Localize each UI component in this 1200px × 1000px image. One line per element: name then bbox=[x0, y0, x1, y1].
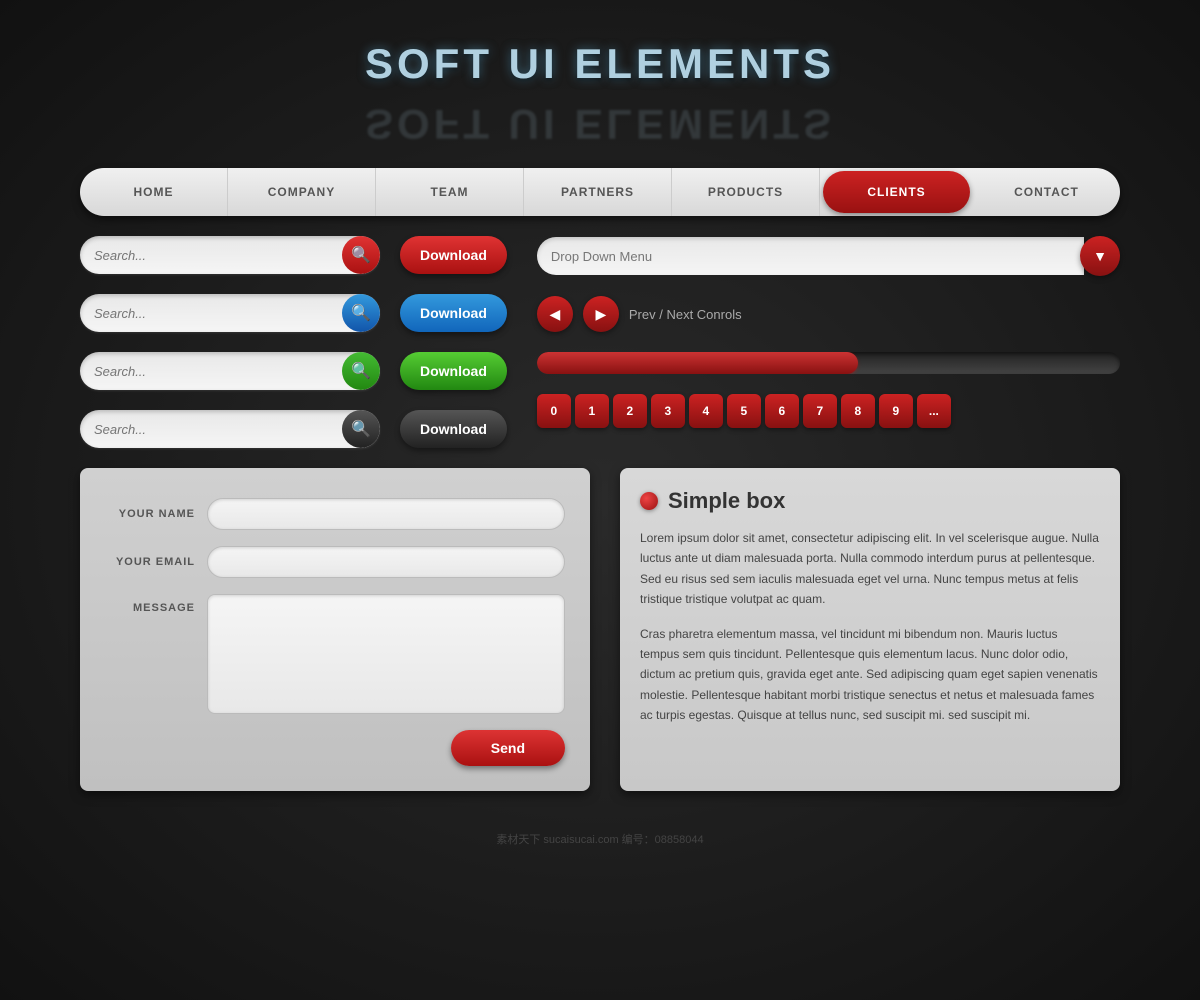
progress-row bbox=[537, 352, 1120, 374]
page-btn-9[interactable]: 9 bbox=[879, 394, 913, 428]
search-row-3: 🔍 Download bbox=[80, 352, 507, 390]
search-download-section: 🔍 Download 🔍 Download 🔍 Download 🔍 bbox=[80, 236, 507, 448]
search-input-4[interactable] bbox=[94, 422, 338, 437]
send-button[interactable]: Send bbox=[451, 730, 565, 766]
form-email-row: YOUR EMAIL bbox=[105, 546, 565, 578]
dropdown-field: Drop Down Menu bbox=[537, 237, 1084, 275]
contact-form-box: YOUR NAME YOUR EMAIL MESSAGE Send bbox=[80, 468, 590, 791]
search-input-2[interactable] bbox=[94, 306, 338, 321]
page-btn-2[interactable]: 2 bbox=[613, 394, 647, 428]
nav-item-team[interactable]: TEAM bbox=[376, 168, 524, 216]
nav-item-products[interactable]: PRODUCTS bbox=[672, 168, 820, 216]
next-button[interactable]: ▶ bbox=[583, 296, 619, 332]
prev-next-row: ◀ ▶ Prev / Next Conrols bbox=[537, 296, 1120, 332]
page-btn-0[interactable]: 0 bbox=[537, 394, 571, 428]
search-bar-1: 🔍 bbox=[80, 236, 380, 274]
simple-box: Simple box Lorem ipsum dolor sit amet, c… bbox=[620, 468, 1120, 791]
simple-box-paragraph-1: Lorem ipsum dolor sit amet, consectetur … bbox=[640, 528, 1100, 610]
nav-bar: HOME COMPANY TEAM PARTNERS PRODUCTS CLIE… bbox=[80, 168, 1120, 216]
search-bar-2: 🔍 bbox=[80, 294, 380, 332]
form-submit-row: Send bbox=[105, 730, 565, 766]
search-button-1[interactable]: 🔍 bbox=[342, 236, 380, 274]
page-btn-6[interactable]: 6 bbox=[765, 394, 799, 428]
search-row-1: 🔍 Download bbox=[80, 236, 507, 274]
form-email-label: YOUR EMAIL bbox=[105, 556, 195, 568]
nav-item-company[interactable]: COMPANY bbox=[228, 168, 376, 216]
search-button-4[interactable]: 🔍 bbox=[342, 410, 380, 448]
dropdown-placeholder: Drop Down Menu bbox=[551, 249, 652, 264]
page-btn-8[interactable]: 8 bbox=[841, 394, 875, 428]
dropdown-arrow-button[interactable]: ▼ bbox=[1080, 236, 1120, 276]
right-controls-section: Drop Down Menu ▼ ◀ ▶ Prev / Next Conrols… bbox=[537, 236, 1120, 448]
search-row-4: 🔍 Download bbox=[80, 410, 507, 448]
search-row-2: 🔍 Download bbox=[80, 294, 507, 332]
page-btn-3[interactable]: 3 bbox=[651, 394, 685, 428]
page-btn-ellipsis[interactable]: ... bbox=[917, 394, 951, 428]
watermark: 素材天下 sucaisucai.com 编号：08858044 bbox=[0, 821, 1200, 857]
download-button-2[interactable]: Download bbox=[400, 294, 507, 332]
progress-fill bbox=[537, 352, 858, 374]
download-button-1[interactable]: Download bbox=[400, 236, 507, 274]
nav-item-clients[interactable]: CLIENTS bbox=[823, 171, 970, 213]
form-message-textarea[interactable] bbox=[207, 594, 565, 714]
form-message-row: MESSAGE bbox=[105, 594, 565, 714]
page-btn-1[interactable]: 1 bbox=[575, 394, 609, 428]
page-title-reflection: SOFT UI ELEMENTS bbox=[0, 100, 1200, 148]
form-name-label: YOUR NAME bbox=[105, 508, 195, 520]
page-btn-7[interactable]: 7 bbox=[803, 394, 837, 428]
search-button-3[interactable]: 🔍 bbox=[342, 352, 380, 390]
red-dot-icon bbox=[640, 492, 658, 510]
search-input-1[interactable] bbox=[94, 248, 338, 263]
dropdown-row: Drop Down Menu ▼ bbox=[537, 236, 1120, 276]
nav-item-home[interactable]: HOME bbox=[80, 168, 228, 216]
form-message-label: MESSAGE bbox=[105, 602, 195, 614]
search-button-2[interactable]: 🔍 bbox=[342, 294, 380, 332]
search-bar-3: 🔍 bbox=[80, 352, 380, 390]
page-btn-4[interactable]: 4 bbox=[689, 394, 723, 428]
prev-next-label: Prev / Next Conrols bbox=[629, 307, 742, 322]
search-bar-4: 🔍 bbox=[80, 410, 380, 448]
nav-item-partners[interactable]: PARTNERS bbox=[524, 168, 672, 216]
form-name-input[interactable] bbox=[207, 498, 565, 530]
page-btn-5[interactable]: 5 bbox=[727, 394, 761, 428]
page-title: SOFT UI ELEMENTS bbox=[0, 0, 1200, 108]
simple-box-header: Simple box bbox=[640, 488, 1100, 514]
download-button-4[interactable]: Download bbox=[400, 410, 507, 448]
pagination-row: 0 1 2 3 4 5 6 7 8 9 ... bbox=[537, 394, 1120, 428]
simple-box-title: Simple box bbox=[668, 488, 785, 514]
download-button-3[interactable]: Download bbox=[400, 352, 507, 390]
nav-item-contact[interactable]: CONTACT bbox=[973, 168, 1120, 216]
form-name-row: YOUR NAME bbox=[105, 498, 565, 530]
progress-track bbox=[537, 352, 1120, 374]
prev-button[interactable]: ◀ bbox=[537, 296, 573, 332]
form-email-input[interactable] bbox=[207, 546, 565, 578]
simple-box-paragraph-2: Cras pharetra elementum massa, vel tinci… bbox=[640, 624, 1100, 726]
search-input-3[interactable] bbox=[94, 364, 338, 379]
